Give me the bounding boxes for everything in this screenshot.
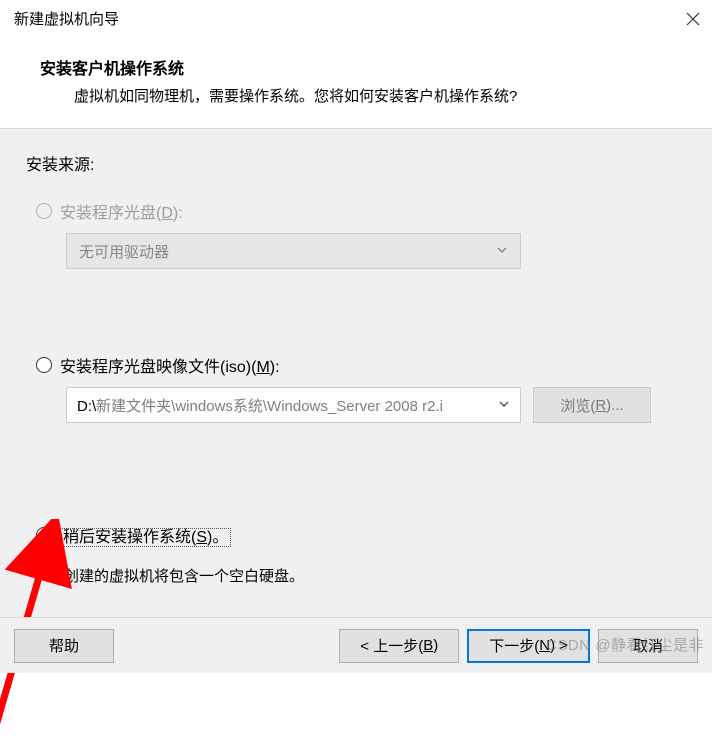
close-icon[interactable] [684, 10, 702, 28]
browse-button: 浏览(R)... [533, 387, 651, 423]
disc-drive-value: 无可用驱动器 [79, 241, 169, 262]
next-button[interactable]: 下一步(N) > [467, 629, 590, 663]
wizard-footer: 帮助 < 上一步(B) 下一步(N) > 取消 [0, 617, 712, 673]
option-iso-label: 安装程序光盘映像文件(iso)(M): [60, 353, 280, 377]
radio-iso[interactable] [36, 357, 52, 373]
window-title: 新建虚拟机向导 [14, 8, 119, 29]
radio-later[interactable] [36, 527, 52, 543]
source-label: 安装来源: [26, 151, 686, 175]
cancel-button[interactable]: 取消 [598, 629, 698, 663]
option-later-label: 稍后安装操作系统(S)。 [60, 523, 231, 547]
wizard-header: 安装客户机操作系统 虚拟机如同物理机，需要操作系统。您将如何安装客户机操作系统? [0, 37, 712, 129]
radio-disc [36, 203, 52, 219]
option-installer-disc: 安装程序光盘(D): [36, 199, 686, 223]
option-disc-label: 安装程序光盘(D): [60, 199, 183, 223]
back-button[interactable]: < 上一步(B) [339, 629, 459, 663]
titlebar: 新建虚拟机向导 [0, 0, 712, 37]
header-title: 安装客户机操作系统 [18, 55, 694, 79]
wizard-content: 安装来源: 安装程序光盘(D): 无可用驱动器 安装程序光盘映像文件(iso)(… [0, 129, 712, 659]
option-install-later[interactable]: 稍后安装操作系统(S)。 [36, 523, 686, 547]
iso-path-value: D:\新建文件夹\windows系统\Windows_Server 2008 r… [77, 395, 443, 416]
iso-row: D:\新建文件夹\windows系统\Windows_Server 2008 r… [66, 387, 686, 423]
disc-drive-dropdown: 无可用驱动器 [66, 233, 521, 269]
chevron-down-icon[interactable] [498, 397, 510, 414]
option-iso[interactable]: 安装程序光盘映像文件(iso)(M): [36, 353, 686, 377]
option-later-hint: 创建的虚拟机将包含一个空白硬盘。 [64, 565, 686, 586]
help-button[interactable]: 帮助 [14, 629, 114, 663]
chevron-down-icon [496, 243, 508, 260]
iso-path-dropdown[interactable]: D:\新建文件夹\windows系统\Windows_Server 2008 r… [66, 387, 521, 423]
header-description: 虚拟机如同物理机，需要操作系统。您将如何安装客户机操作系统? [18, 79, 694, 106]
